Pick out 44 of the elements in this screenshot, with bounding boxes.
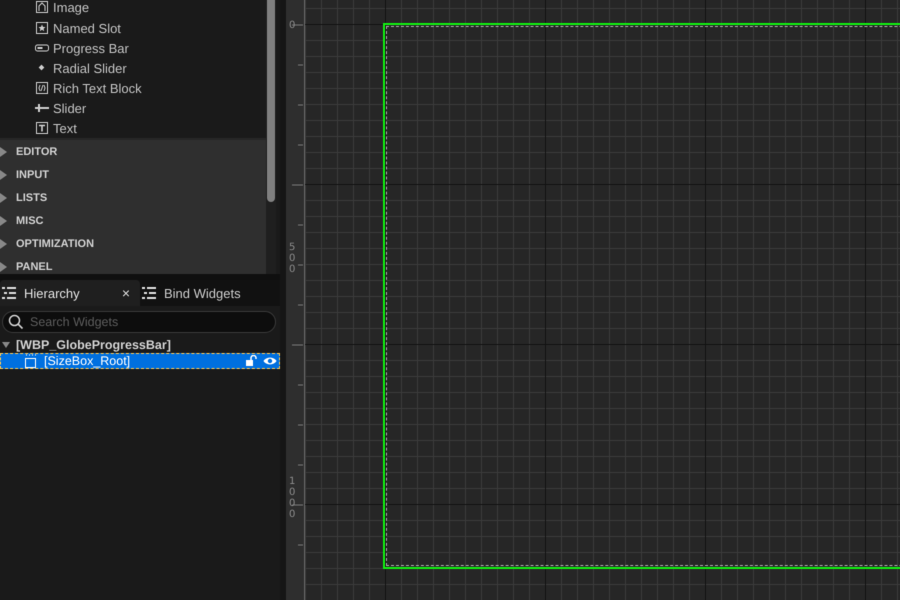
size-box-icon	[24, 354, 38, 368]
search-field[interactable]: Search Widgets	[2, 311, 276, 333]
tree-label: [SizeBox_Root]	[44, 354, 132, 368]
palette-item[interactable]: Slider	[0, 98, 266, 118]
collapsed-arrow-icon[interactable]	[0, 238, 8, 248]
category-header[interactable]: EDITOR	[0, 138, 266, 163]
tab-label[interactable]: Hierarchy	[24, 286, 114, 300]
expanded-arrow-icon[interactable]	[2, 340, 10, 350]
list-icon	[2, 287, 16, 299]
collapsed-arrow-icon[interactable]	[0, 146, 8, 156]
rich-text-icon	[35, 81, 49, 95]
eye-icon[interactable]	[263, 356, 277, 366]
picture-icon	[35, 0, 49, 14]
collapsed-arrow-icon[interactable]	[0, 192, 8, 202]
ruler-label: 500	[289, 242, 296, 275]
slider-icon	[35, 101, 49, 115]
close-button[interactable]: ×	[122, 285, 130, 301]
palette-item[interactable]: Named Slot	[0, 18, 266, 38]
category-header[interactable]: INPUT	[0, 163, 266, 186]
category-header[interactable]: OPTIMIZATION	[0, 232, 266, 255]
scrollbar-thumb[interactable]	[267, 0, 275, 202]
collapsed-arrow-icon[interactable]	[0, 170, 8, 180]
tree-row[interactable]: [SizeBox_Root]	[0, 353, 280, 369]
ruler-label: 0	[289, 20, 296, 31]
unlock-icon[interactable]	[245, 355, 257, 367]
palette-item[interactable]: Text	[0, 118, 266, 138]
collapsed-arrow-icon[interactable]	[0, 262, 8, 272]
category-header[interactable]: PANEL	[0, 255, 266, 274]
tab-label[interactable]: Bind Widgets	[164, 286, 241, 300]
scrollbar[interactable]	[266, 0, 276, 274]
text-icon	[35, 121, 49, 135]
tree-label: [WBP_GlobeProgressBar]	[16, 338, 172, 352]
palette-item[interactable]: Progress Bar	[0, 38, 266, 58]
collapsed-arrow-icon[interactable]	[0, 216, 8, 226]
search-icon	[8, 314, 24, 330]
ruler-label: 1000	[289, 476, 296, 520]
palette-item[interactable]: Rich Text Block	[0, 78, 266, 98]
category-header[interactable]: MISC	[0, 209, 266, 232]
category-header[interactable]: LISTS	[0, 186, 266, 209]
palette-item[interactable]: Radial Slider	[0, 58, 266, 78]
panel-tab[interactable]: Hierarchy ×	[0, 280, 140, 306]
list-icon	[142, 287, 156, 299]
palette-item[interactable]: Image	[0, 0, 266, 18]
tree-row[interactable]: [WBP_GlobeProgressBar]	[0, 337, 280, 353]
